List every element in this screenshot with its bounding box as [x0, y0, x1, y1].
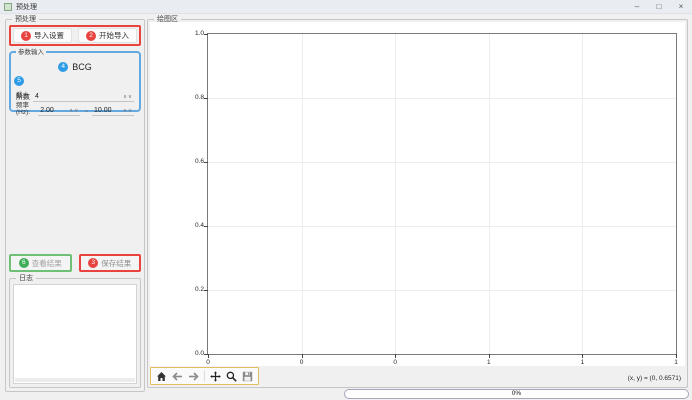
back-arrow-icon[interactable] — [172, 371, 183, 382]
minimize-button[interactable]: – — [626, 0, 648, 14]
step-badge-6: 6 — [19, 258, 29, 268]
params-group: 参数输入 4 BCG 5 阶数 4 ∧∨ 截止频率(Hz): 2.00 ∧∨ ~… — [9, 51, 141, 112]
x-tick-label: 0 — [202, 359, 214, 366]
import-settings-button[interactable]: 1 导入设置 — [13, 28, 72, 43]
gridline — [489, 34, 490, 354]
x-tick-label: 1 — [670, 359, 682, 366]
log-group: 日志 — [9, 278, 141, 388]
maximize-button[interactable]: □ — [648, 0, 670, 14]
close-button[interactable]: × — [670, 0, 692, 14]
x-tick — [208, 354, 209, 358]
save-results-button[interactable]: 3 保存结果 — [79, 254, 142, 272]
filter-order-spinbox[interactable]: 4 ∧∨ — [33, 93, 134, 102]
result-buttons-row: 6 查看结果 3 保存结果 — [9, 254, 141, 272]
gridline — [208, 162, 676, 163]
signal-type-label: BCG — [72, 62, 92, 72]
log-textarea[interactable] — [13, 284, 137, 384]
plot-axes[interactable]: 1.0 0.8 0.6 0.4 0.2 0.0 0 0 0 1 1 1 — [207, 33, 677, 355]
y-tick-label: 0.8 — [184, 94, 204, 102]
cursor-coordinates-readout: (x, y) = (0, 0.6571) — [628, 375, 681, 382]
forward-arrow-icon[interactable] — [188, 371, 199, 382]
gridline — [208, 98, 676, 99]
cutoff-high-value[interactable]: 10.00 — [94, 107, 123, 114]
gridline — [582, 34, 583, 354]
signal-type-row: 4 BCG — [11, 62, 139, 72]
progress-percent-label: 0% — [512, 390, 521, 397]
import-buttons-highlight-box: 1 导入设置 2 开始导入 — [9, 25, 141, 46]
x-tick — [489, 354, 490, 358]
cutoff-high-spinbox[interactable]: 10.00 ∧∨ — [92, 107, 134, 116]
step-badge-3: 3 — [88, 258, 98, 268]
x-tick-label: 0 — [296, 359, 308, 366]
log-group-label: 日志 — [16, 274, 36, 283]
matplotlib-nav-toolbar — [150, 367, 259, 385]
start-import-label: 开始导入 — [99, 30, 129, 41]
cutoff-range-separator: ~ — [83, 108, 89, 116]
y-tick — [204, 34, 208, 35]
preprocess-group-label: 预处理 — [12, 15, 39, 24]
y-tick-label: 0.0 — [184, 350, 204, 358]
x-tick-label: 0 — [389, 359, 401, 366]
cutoff-frequency-row: 截止频率(Hz): 2.00 ∧∨ ~ 10.00 ∧∨ — [16, 104, 134, 116]
x-tick-label: 1 — [483, 359, 495, 366]
title-bar: 预处理 – □ × — [0, 0, 692, 14]
log-horizontal-scrollbar[interactable] — [15, 378, 135, 382]
start-import-button[interactable]: 2 开始导入 — [78, 28, 137, 43]
view-results-button[interactable]: 6 查看结果 — [9, 254, 72, 272]
window-controls: – □ × — [626, 0, 692, 14]
y-tick — [204, 290, 208, 291]
window-title: 预处理 — [16, 2, 37, 12]
cutoff-frequency-label: 截止频率(Hz): — [16, 89, 35, 116]
gridline — [395, 34, 396, 354]
save-icon[interactable] — [242, 371, 253, 382]
spinner-arrows-icon[interactable]: ∧∨ — [123, 108, 133, 114]
app-icon — [4, 3, 12, 11]
gridline — [208, 290, 676, 291]
zoom-icon[interactable] — [226, 371, 237, 382]
import-settings-label: 导入设置 — [34, 30, 64, 41]
y-tick — [204, 162, 208, 163]
toolbar-separator — [204, 370, 205, 382]
step-badge-1: 1 — [21, 31, 31, 41]
x-tick — [302, 354, 303, 358]
pan-icon[interactable] — [210, 371, 221, 382]
step-badge-5: 5 — [14, 76, 24, 86]
home-icon[interactable] — [156, 371, 167, 382]
x-tick-label: 1 — [576, 359, 588, 366]
y-tick-label: 0.2 — [184, 286, 204, 294]
gridline — [302, 34, 303, 354]
matplotlib-figure-canvas[interactable]: 1.0 0.8 0.6 0.4 0.2 0.0 0 0 0 1 1 1 — [150, 22, 685, 366]
x-tick — [395, 354, 396, 358]
save-results-label: 保存结果 — [101, 258, 131, 269]
spinner-arrows-icon[interactable]: ∧∨ — [123, 94, 133, 100]
view-results-label: 查看结果 — [32, 258, 62, 269]
gridline — [208, 226, 676, 227]
cutoff-low-spinbox[interactable]: 2.00 ∧∨ — [38, 107, 80, 116]
filter-order-value[interactable]: 4 — [35, 93, 123, 100]
spinner-arrows-icon[interactable]: ∧∨ — [69, 108, 79, 114]
y-tick-label: 1.0 — [184, 30, 204, 38]
x-tick — [582, 354, 583, 358]
cutoff-low-value[interactable]: 2.00 — [40, 107, 69, 114]
x-tick — [676, 354, 677, 358]
params-group-label: 参数输入 — [16, 48, 46, 57]
plot-group: 绘图区 1.0 0.8 0.6 0.4 0.2 0.0 — [147, 19, 688, 388]
progress-bar: 0% — [344, 389, 689, 399]
preprocess-group: 预处理 1 导入设置 2 开始导入 参数输入 4 BCG 5 阶数 4 ∧∨ 截… — [5, 19, 145, 392]
step-badge-2: 2 — [86, 31, 96, 41]
y-tick-label: 0.6 — [184, 158, 204, 166]
y-tick — [204, 98, 208, 99]
y-tick-label: 0.4 — [184, 222, 204, 230]
step-badge-4: 4 — [58, 62, 68, 72]
y-tick — [204, 226, 208, 227]
